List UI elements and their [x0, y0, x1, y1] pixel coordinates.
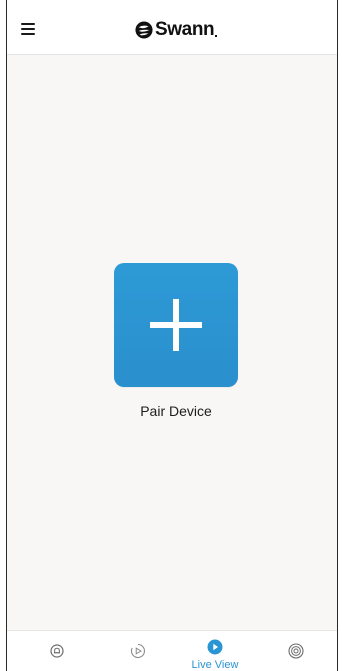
alert-bell-icon: [50, 644, 64, 658]
swann-logo: Swann: [135, 19, 218, 40]
pair-device-label: Pair Device: [140, 403, 212, 419]
logo-dot: [215, 35, 218, 37]
devices-icon: [288, 643, 304, 659]
tab-playback[interactable]: [108, 631, 168, 671]
tab-devices[interactable]: [266, 631, 326, 671]
live-view-icon: [207, 639, 223, 655]
app-header: Swann: [7, 0, 337, 55]
hamburger-menu-button[interactable]: [21, 22, 39, 36]
plus-icon-horizontal: [150, 322, 202, 328]
pair-device-area: Pair Device: [113, 263, 239, 419]
menu-bar-icon: [21, 33, 35, 35]
app-frame: Swann Pair Device Live View: [6, 0, 338, 671]
pair-device-button[interactable]: [114, 263, 238, 387]
tab-live-view[interactable]: Live View: [185, 631, 245, 671]
playback-icon: [130, 643, 146, 659]
tab-alerts[interactable]: [27, 631, 87, 671]
menu-bar-icon: [21, 23, 35, 25]
tab-live-view-label: Live View: [191, 659, 239, 671]
swann-logo-mark-icon: [135, 21, 153, 39]
bottom-tab-bar: Live View: [7, 630, 337, 671]
brand-name: Swann: [155, 19, 215, 40]
menu-bar-icon: [21, 28, 35, 30]
